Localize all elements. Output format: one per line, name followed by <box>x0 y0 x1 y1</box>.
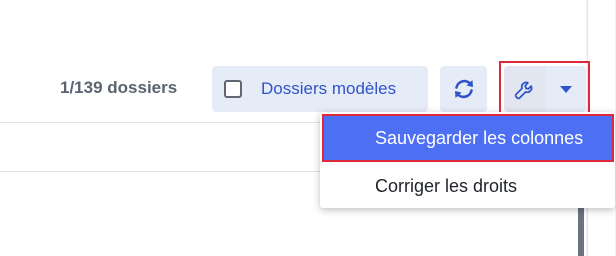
dossier-count: 1/139 dossiers <box>60 78 178 97</box>
refresh-icon <box>454 79 473 99</box>
menu-item-save-columns[interactable]: Sauvegarder les colonnes <box>322 114 614 162</box>
model-checkbox[interactable] <box>224 80 242 98</box>
caret-down-icon <box>560 85 572 93</box>
settings-button[interactable] <box>504 66 546 112</box>
tools-dropdown-button[interactable] <box>546 66 586 112</box>
wrench-icon <box>514 81 533 100</box>
model-checkbox-label: Dossiers modèles <box>261 79 397 98</box>
refresh-button[interactable] <box>440 66 487 112</box>
model-dossiers-toggle[interactable]: Dossiers modèles <box>212 66 428 112</box>
scroll-indicator[interactable] <box>578 200 584 256</box>
menu-item-fix-permissions[interactable]: Corriger les droits <box>322 164 614 208</box>
